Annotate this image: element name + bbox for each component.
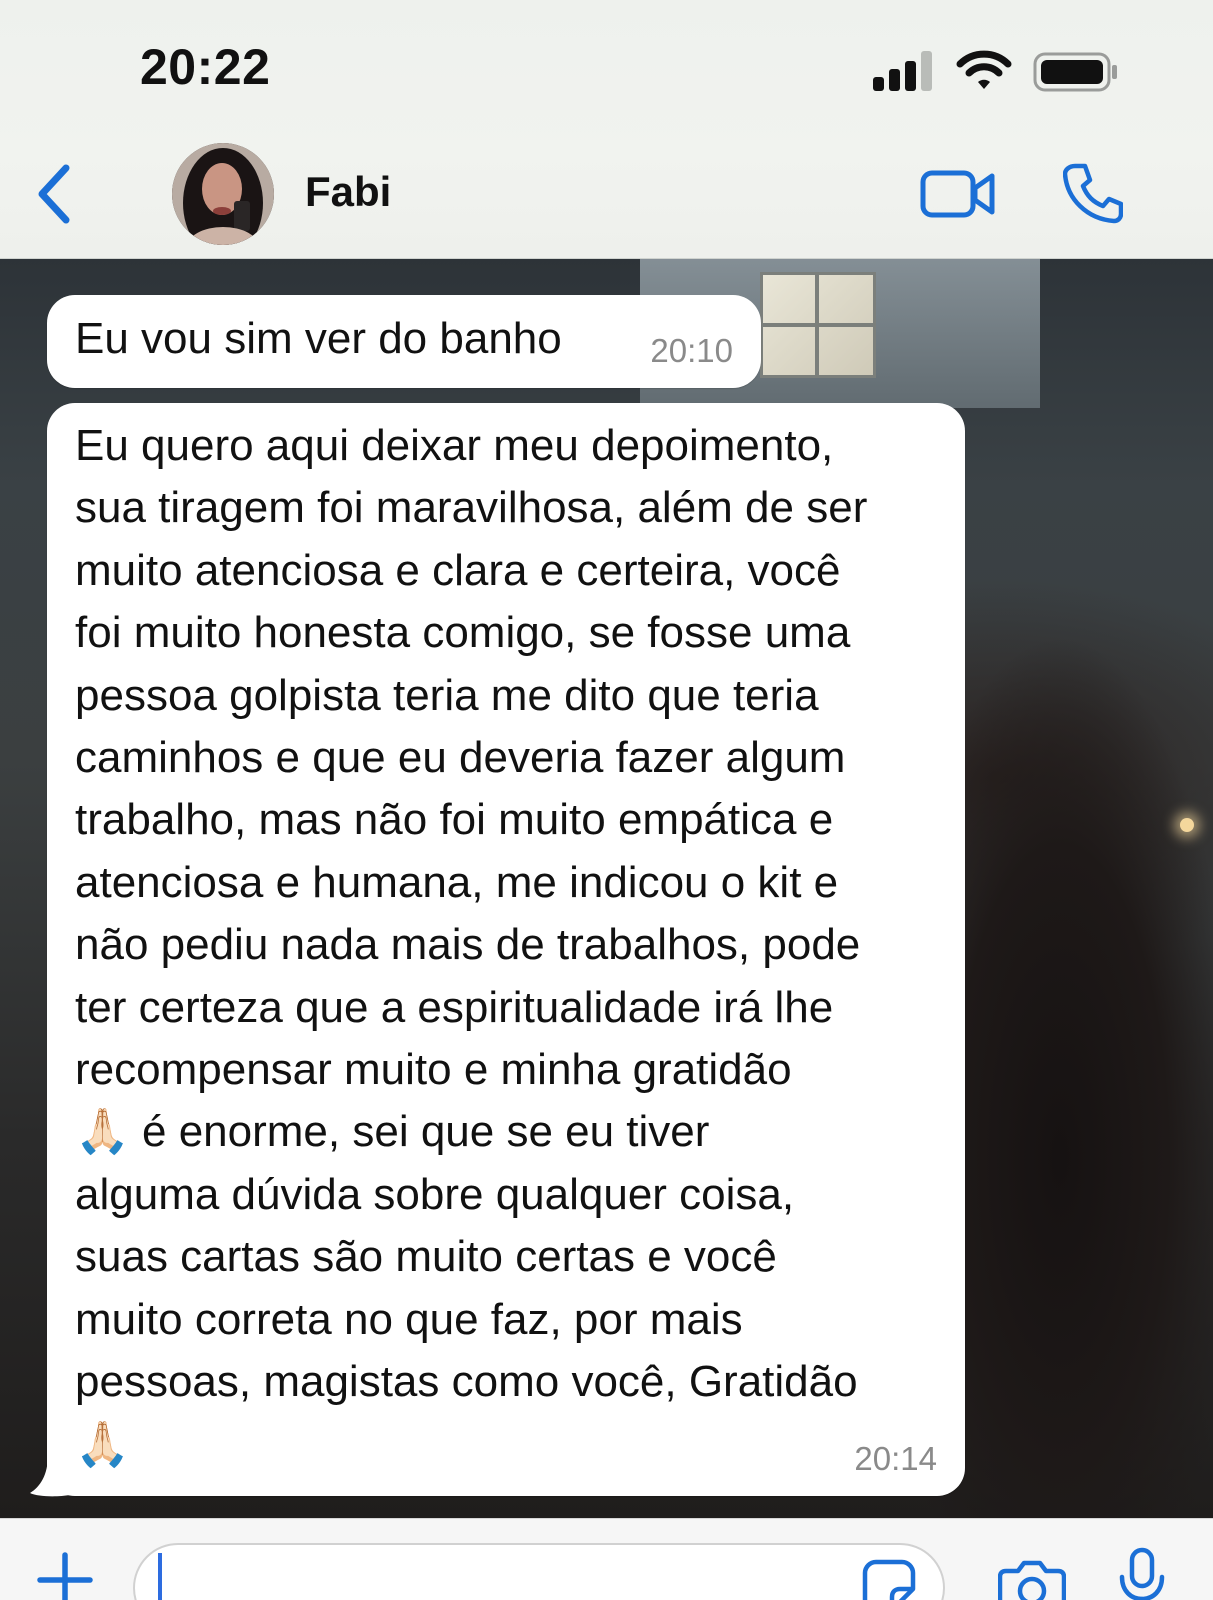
microphone-icon[interactable] [1117,1547,1167,1600]
back-chevron-icon[interactable] [34,162,74,226]
wifi-icon [956,50,1012,89]
chat-screen: 20:22 Fabi Eu vou sim ver do banho 20:10… [0,0,1213,1600]
plus-icon[interactable] [36,1551,94,1600]
battery-icon [1033,52,1117,92]
message-input[interactable] [133,1543,945,1600]
message-timestamp: 20:10 [650,332,733,369]
video-camera-icon[interactable] [920,168,996,220]
message-timestamp: 20:14 [854,1440,937,1477]
wallpaper-window [760,272,876,378]
wallpaper-light [1180,818,1194,832]
message-text: Eu vou sim ver do banho [75,314,562,363]
message-bubble[interactable]: Eu vou sim ver do banho 20:10 [47,295,761,388]
phone-icon[interactable] [1063,162,1123,224]
avatar[interactable] [172,143,274,245]
bubble-tail [30,1455,70,1497]
text-cursor [158,1553,162,1600]
sticker-icon[interactable] [862,1559,916,1600]
contact-name[interactable]: Fabi [305,168,391,216]
camera-icon[interactable] [998,1559,1066,1600]
message-bubble[interactable]: Eu quero aqui deixar meu depoimento, sua… [47,403,965,1496]
cellular-signal-icon [873,51,935,91]
avatar-photo [172,143,274,245]
message-text: Eu quero aqui deixar meu depoimento, sua… [75,421,868,1469]
chat-header: 20:22 Fabi [0,0,1213,259]
input-bar [0,1518,1213,1600]
status-time: 20:22 [140,39,271,95]
